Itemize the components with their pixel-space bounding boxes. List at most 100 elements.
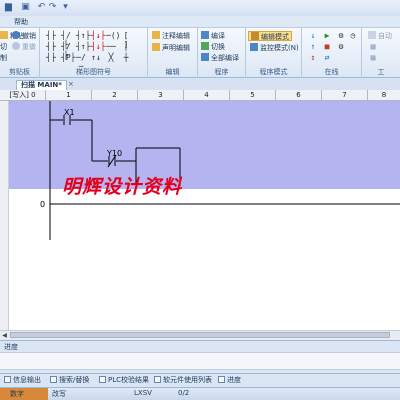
download-icon[interactable]: ↓ — [308, 31, 318, 40]
or-contact-icon[interactable]: ┤├ — [46, 42, 56, 51]
status-mode: 改写 — [52, 390, 66, 398]
group-label-program: 程序 — [214, 68, 229, 76]
search-icon — [50, 376, 57, 383]
menu-help[interactable]: 帮助 — [14, 17, 28, 27]
falling-contact-icon[interactable]: ┤↓├ — [91, 31, 105, 40]
contact-label-x1: X1 — [64, 108, 75, 117]
compile-button[interactable]: 编译 — [201, 31, 225, 41]
switch-button[interactable]: 切换 — [201, 42, 225, 52]
status-position: 0/2 — [178, 389, 190, 397]
compile-icon — [201, 31, 209, 39]
ribbon-group-edit: 注释编辑 声明编辑 编辑 — [148, 28, 198, 78]
redo-icon[interactable]: ↷ — [47, 2, 58, 13]
undo-icon — [12, 31, 20, 39]
redo-button[interactable]: 重做 — [12, 42, 36, 52]
switch-icon — [201, 42, 209, 50]
scrollbar-thumb[interactable] — [10, 332, 390, 338]
connect-icon[interactable]: ⇄ — [322, 53, 332, 62]
compile-all-button[interactable]: 全部编译 — [201, 53, 239, 63]
ribbon-group-program: 编译 切换 全部编译 程序 — [198, 28, 246, 78]
quick-access-toolbar: ▆ ▣ ↶ ↷ ▾ — [0, 0, 400, 16]
annotate-icon — [152, 31, 160, 39]
func-icon[interactable]: [ ] — [121, 31, 131, 49]
tab-plc-check[interactable]: PLC校验结果 — [99, 375, 149, 385]
watermark-text: 明辉设计资料 — [62, 176, 183, 198]
progress-area — [0, 352, 400, 370]
status-input-mode-highlight — [0, 388, 48, 400]
ribbon-group-tools: 自动 ▦ ▦ 工 — [362, 28, 400, 78]
document-tabs: 扫描 MAIN* — [0, 79, 400, 90]
run-icon[interactable]: ▶ — [322, 31, 332, 40]
app-menu-icon[interactable]: ▆ — [3, 2, 14, 13]
tab-device-usage[interactable]: 软元件使用列表 — [154, 375, 212, 385]
clock-icon[interactable]: ◷ — [348, 31, 358, 40]
menu-bar: 帮助 — [0, 16, 400, 28]
or-falling-icon[interactable]: ┤↓├ — [91, 42, 105, 51]
rung-number: 0 — [40, 200, 46, 209]
no-contact-icon[interactable]: ┤├ — [46, 31, 56, 40]
paste-icon — [0, 31, 8, 39]
group-label-online: 在线 — [324, 68, 339, 76]
cut-button[interactable]: 切 — [0, 42, 7, 52]
compile-all-icon — [201, 53, 209, 61]
ribbon-group-program-mode: 编辑模式 监控模式(N) 程序模式 — [246, 28, 302, 78]
auto-button[interactable]: 自动 — [368, 31, 392, 41]
coil-icon[interactable]: ─() — [106, 31, 120, 40]
progress-icon — [218, 376, 225, 383]
group-label-tools: 工 — [377, 68, 385, 76]
tab-close-icon[interactable]: × — [68, 80, 74, 88]
run-stop-icon[interactable]: ↕ — [308, 53, 318, 62]
rising-contact-icon[interactable]: ┤↑├ — [76, 31, 90, 40]
vline-icon[interactable]: │ — [121, 42, 131, 51]
ladder-diagram[interactable] — [0, 90, 400, 340]
group-label-program-mode: 程序模式 — [259, 68, 288, 76]
inv-icon[interactable]: ─/─ — [76, 53, 86, 71]
monitor-mode-button[interactable]: 监控模式(N) — [250, 43, 299, 53]
hline-icon[interactable]: ── — [106, 42, 116, 51]
upload-icon[interactable]: ↑ — [308, 42, 318, 51]
tool-icon-1[interactable]: ▦ — [368, 42, 378, 51]
tab-search-replace[interactable]: 搜索/替换 — [50, 375, 89, 385]
check-icon — [99, 376, 106, 383]
not-icon[interactable]: ┤├ — [46, 53, 56, 62]
status-lang: 数字 — [10, 390, 24, 398]
rw-icon[interactable]: ⚙ — [336, 31, 346, 40]
save-icon[interactable]: ▣ — [20, 2, 31, 13]
edit-mode-icon — [251, 32, 259, 40]
delete-vline-icon[interactable]: ┼ — [121, 53, 131, 62]
progress-panel-title: 进度 — [4, 343, 18, 351]
or-rising-icon[interactable]: ┤↑├ — [76, 42, 90, 51]
scroll-left-icon[interactable]: ◀ — [0, 331, 9, 340]
declare-edit-button[interactable]: 声明编辑 — [152, 43, 190, 53]
or-nc-contact-icon[interactable]: ┤/├ — [61, 42, 71, 60]
mep-icon[interactable]: ↑↓ — [91, 53, 101, 62]
contact-label-y10: Y10 — [107, 149, 123, 158]
annotate-edit-button[interactable]: 注释编辑 — [152, 31, 190, 41]
list-icon — [154, 376, 161, 383]
undo-icon[interactable]: ↶ — [36, 2, 47, 13]
group-label-ladder-symbols: 梯形图符号 — [76, 68, 111, 76]
undo-button[interactable]: 撤销 — [12, 31, 36, 41]
pulse-icon[interactable]: ┤P├ — [61, 53, 75, 62]
ribbon-group-ladder-symbols: ┤├ ┤/├ ┤↑├ ┤↓├ ─() [ ] ┤├ ┤/├ ┤↑├ ┤↓├ ──… — [40, 28, 148, 78]
auto-icon — [368, 31, 376, 39]
tool-icon-2[interactable]: ▦ — [368, 53, 378, 62]
delete-hline-icon[interactable]: ╳ — [106, 53, 116, 62]
monitor-online-icon[interactable]: ⚙ — [336, 42, 346, 51]
status-model: LXSV — [134, 389, 152, 397]
monitor-icon — [250, 43, 258, 51]
redo-icon — [12, 42, 20, 50]
tab-main[interactable]: 扫描 MAIN* — [16, 80, 67, 90]
tab-info-output[interactable]: 信息输出 — [4, 375, 41, 385]
declare-icon — [152, 43, 160, 51]
nc-contact-icon[interactable]: ┤/├ — [61, 31, 71, 49]
tab-progress[interactable]: 进度 — [218, 375, 241, 385]
ribbon: 粘贴 切 制 撤销 重做 剪贴板 ┤├ ┤/├ ┤↑├ ┤↓├ ─() [ ] … — [0, 28, 400, 78]
stop-icon[interactable]: ■ — [322, 42, 332, 51]
customize-dropdown-icon[interactable]: ▾ — [60, 2, 71, 13]
info-output-icon — [4, 376, 11, 383]
group-label-edit: 编辑 — [165, 68, 180, 76]
edit-mode-button[interactable]: 编辑模式 — [248, 31, 292, 41]
ribbon-group-online: ↓ ↑ ↕ ▶ ■ ⇄ ⚙ ⚙ ◷ 在线 — [302, 28, 362, 78]
copy-button[interactable]: 制 — [0, 53, 7, 63]
